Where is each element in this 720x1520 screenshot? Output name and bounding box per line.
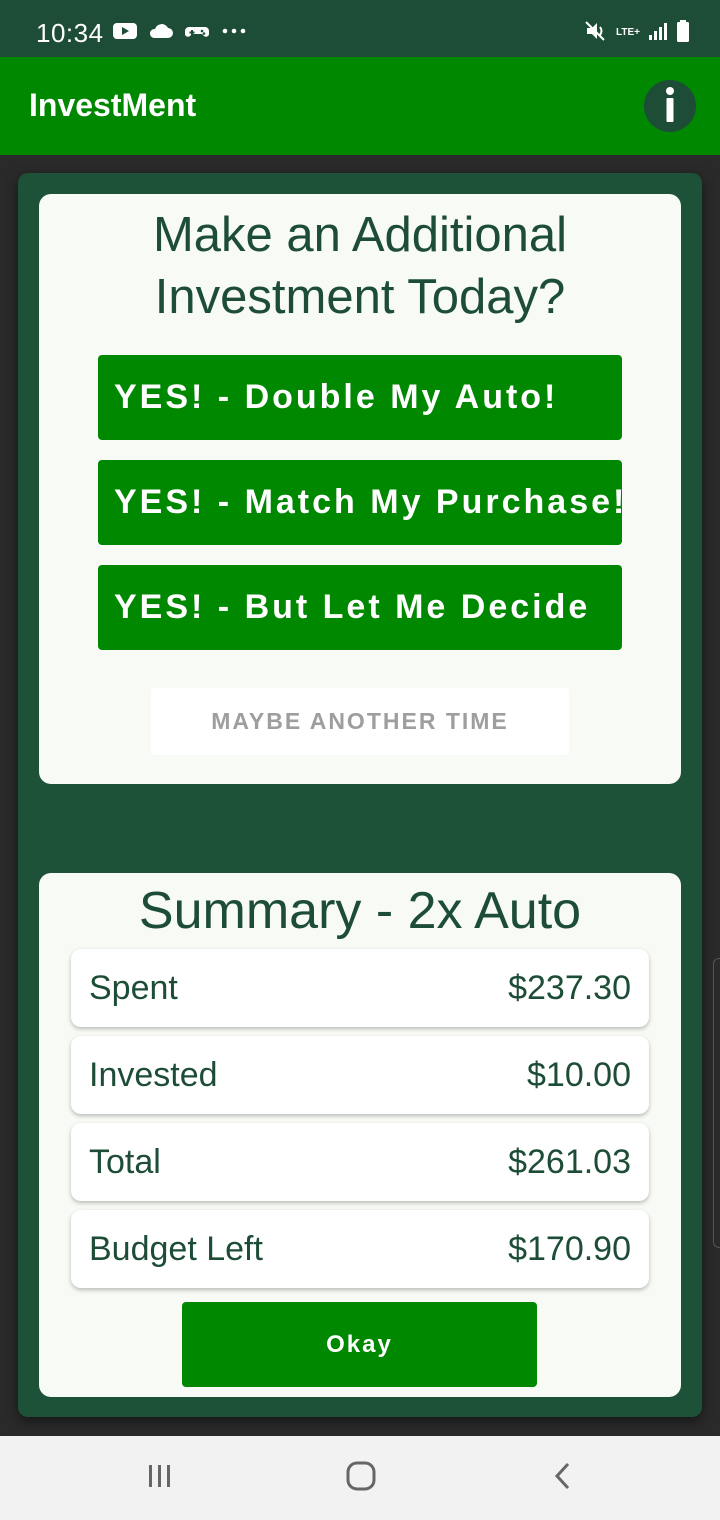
scroll-indicator[interactable] <box>713 958 720 1248</box>
battery-icon <box>676 19 690 48</box>
summary-row-budget-left: Budget Left $170.90 <box>71 1210 649 1288</box>
summary-card: Summary - 2x Auto Spent $237.30 Invested… <box>39 873 681 1397</box>
summary-row-spent: Spent $237.30 <box>71 949 649 1027</box>
let-me-decide-button[interactable]: YES! - But Let Me Decide <box>98 565 622 650</box>
youtube-icon <box>112 21 138 46</box>
info-button[interactable] <box>644 80 696 132</box>
mute-icon <box>584 20 608 47</box>
status-icons-left <box>112 20 248 46</box>
more-dots-icon <box>220 21 248 46</box>
summary-row-label: Budget Left <box>89 1230 263 1268</box>
cloud-icon <box>148 21 174 46</box>
game-controller-icon <box>184 21 210 46</box>
network-type-label: LTE+ <box>616 27 640 38</box>
summary-row-value: $170.90 <box>508 1230 631 1268</box>
summary-row-label: Spent <box>89 969 178 1007</box>
summary-row-value: $10.00 <box>527 1056 631 1094</box>
recent-apps-button[interactable] <box>138 1456 182 1500</box>
summary-title: Summary - 2x Auto <box>138 882 582 940</box>
home-button[interactable] <box>339 1456 383 1500</box>
info-icon <box>660 84 680 129</box>
back-icon <box>551 1460 575 1497</box>
navigation-bar <box>0 1436 720 1520</box>
home-icon <box>345 1460 377 1497</box>
status-bar: 10:34 LTE+ <box>0 0 720 57</box>
match-my-purchase-button[interactable]: YES! - Match My Purchase! <box>98 460 622 545</box>
app-title: InvestMent <box>29 87 197 123</box>
app-bar: InvestMent <box>0 57 720 155</box>
summary-row-label: Total <box>89 1143 161 1181</box>
back-button[interactable] <box>541 1456 585 1500</box>
recent-apps-icon <box>145 1462 175 1495</box>
status-time: 10:34 <box>36 18 104 48</box>
additional-investment-card: Make an Additional Investment Today? YES… <box>39 194 681 784</box>
invest-card-title: Make an Additional Investment Today? <box>152 208 568 324</box>
summary-row-label: Invested <box>89 1056 218 1094</box>
double-my-auto-button[interactable]: YES! - Double My Auto! <box>98 355 622 440</box>
summary-row-value: $261.03 <box>508 1143 631 1181</box>
status-icons-right: LTE+ <box>584 19 690 48</box>
maybe-another-time-button[interactable]: MAYBE ANOTHER TIME <box>151 688 569 755</box>
summary-row-invested: Invested $10.00 <box>71 1036 649 1114</box>
okay-button[interactable]: Okay <box>182 1302 537 1387</box>
summary-row-value: $237.30 <box>508 969 631 1007</box>
summary-row-total: Total $261.03 <box>71 1123 649 1201</box>
signal-icon <box>648 21 668 46</box>
